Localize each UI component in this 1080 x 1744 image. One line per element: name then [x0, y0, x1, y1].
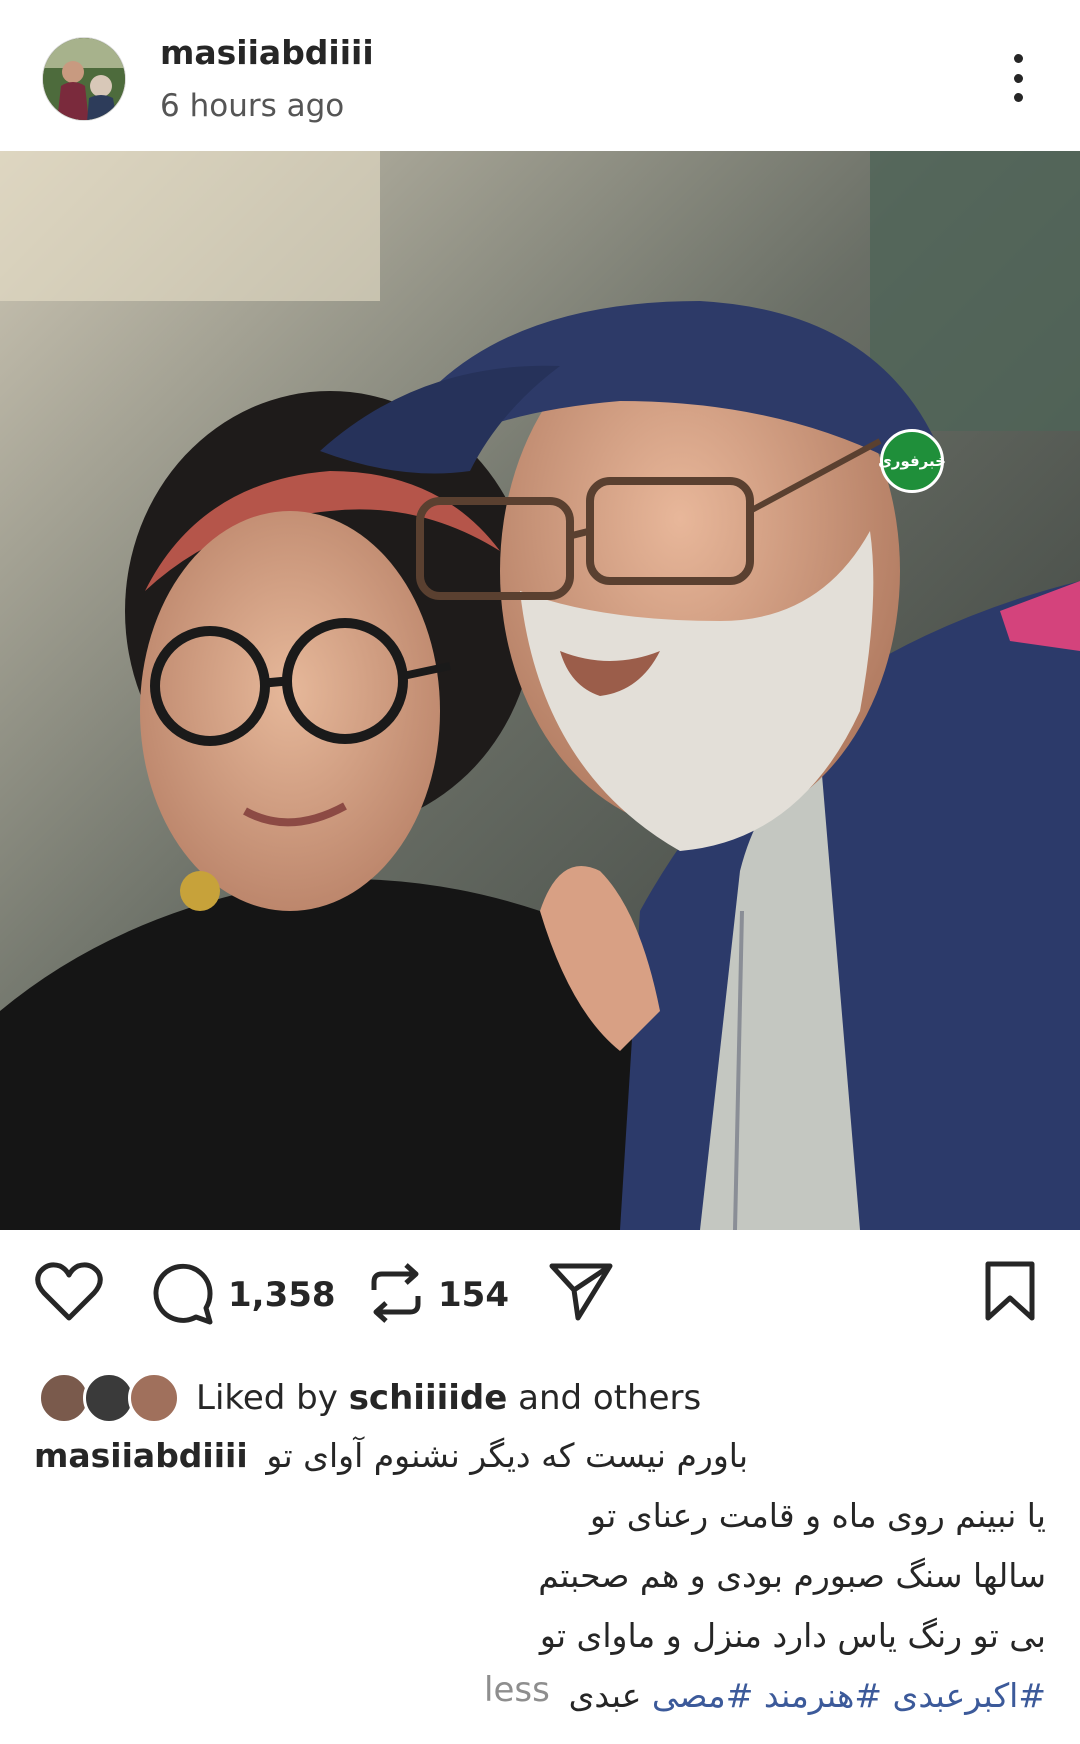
likes-text: Liked by schiiiide and others — [196, 1378, 701, 1418]
instagram-post: masiiabdiiii 6 hours ago خبرفوری 1,358 1… — [0, 0, 1080, 1744]
likes-row[interactable]: Liked by schiiiide and others — [38, 1368, 701, 1428]
caption-tail: عبدی — [568, 1676, 642, 1715]
more-options-icon[interactable] — [1000, 50, 1036, 106]
heart-icon — [34, 1260, 104, 1328]
liker-username[interactable]: schiiiide — [349, 1378, 508, 1418]
action-bar: 1,358 154 — [0, 1230, 1080, 1360]
likes-suffix: and others — [507, 1378, 702, 1418]
comment-button[interactable]: 1,358 — [150, 1260, 336, 1330]
send-icon — [548, 1260, 614, 1326]
comment-count: 1,358 — [228, 1275, 336, 1315]
post-image[interactable]: خبرفوری — [0, 151, 1080, 1230]
like-button[interactable] — [34, 1260, 104, 1328]
repost-button[interactable]: 154 — [366, 1260, 509, 1330]
likes-prefix: Liked by — [196, 1378, 349, 1418]
less-button[interactable]: less — [484, 1670, 550, 1710]
post-header: masiiabdiiii 6 hours ago — [0, 0, 1080, 150]
caption-line: باورم نیست که دیگر نشنوم آوای تو — [266, 1436, 748, 1475]
caption-line: سالها سنگ صبورم بودی و هم صحبتم — [538, 1556, 1046, 1595]
bookmark-icon — [982, 1260, 1038, 1326]
comment-icon — [150, 1260, 216, 1330]
save-button[interactable] — [982, 1260, 1038, 1326]
caption-line: یا نبینم روی ماه و قامت رعنای تو — [590, 1496, 1046, 1535]
author-avatar[interactable] — [42, 37, 126, 121]
liker-avatars — [38, 1370, 180, 1426]
repost-count: 154 — [438, 1275, 509, 1315]
post-timestamp: 6 hours ago — [160, 88, 345, 124]
share-button[interactable] — [548, 1260, 614, 1326]
hashtags[interactable]: #اکبرعبدی #هنرمند #مصی — [652, 1676, 1046, 1715]
author-username[interactable]: masiiabdiiii — [160, 33, 374, 72]
watermark-logo: خبرفوری — [878, 429, 946, 493]
caption-line: بی تو رنگ یاس دارد منزل و ماوای تو — [539, 1616, 1046, 1655]
caption-hashtags-line: #اکبرعبدی #هنرمند #مصی عبدی — [569, 1676, 1046, 1715]
caption-username[interactable]: masiiabdiiii — [34, 1436, 248, 1475]
repost-icon — [366, 1260, 426, 1330]
liker-avatar — [128, 1372, 180, 1424]
